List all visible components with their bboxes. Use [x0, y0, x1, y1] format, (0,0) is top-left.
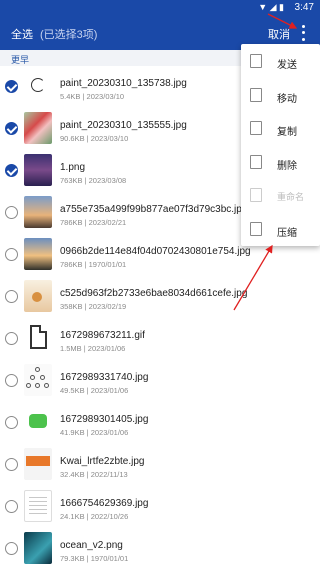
thumbnail — [24, 70, 52, 102]
selection-count: (已选择3项) — [40, 29, 98, 41]
menu-label: 重命名 — [277, 192, 305, 203]
gif-file-icon — [24, 322, 52, 354]
file-name: ocean_v2.png — [60, 540, 123, 551]
thumbnail — [24, 406, 52, 438]
file-name: Kwai_lrtfe2zbte.jpg — [60, 456, 145, 467]
file-meta: 5.4KB | 2023/03/10 — [60, 92, 125, 101]
trash-icon — [250, 154, 262, 169]
checkbox[interactable] — [5, 248, 18, 261]
rename-icon — [250, 188, 262, 203]
cancel-button[interactable]: 取消 — [268, 26, 290, 42]
menu-item-copy[interactable]: 复制 — [241, 111, 320, 145]
file-meta: 79.3KB | 1970/01/01 — [60, 554, 129, 563]
thumbnail — [24, 364, 52, 396]
file-meta: 24.1KB | 2022/10/26 — [60, 512, 129, 521]
file-row[interactable]: 1672989331740.jpg 49.5KB | 2023/01/06 — [0, 360, 320, 402]
file-meta: 90.6KB | 2023/03/10 — [60, 134, 129, 143]
checkbox[interactable] — [5, 416, 18, 429]
file-meta: 41.9KB | 2023/01/06 — [60, 428, 129, 437]
file-meta: 32.4KB | 2022/11/13 — [60, 470, 128, 479]
file-name: c525d963f2b2733e6bae8034d661cefe.jpg — [60, 288, 248, 299]
menu-label: 移动 — [277, 93, 297, 105]
file-name: 1.png — [60, 162, 86, 173]
menu-item-rename: 重命名 — [241, 178, 320, 212]
file-name: 1672989331740.jpg — [60, 372, 149, 383]
send-icon — [250, 54, 262, 68]
status-time: 3:47 — [294, 2, 314, 13]
file-name: 1672989673211.gif — [60, 330, 145, 341]
file-row[interactable]: 1672989301405.jpg 41.9KB | 2023/01/06 — [0, 402, 320, 444]
checkbox[interactable] — [5, 206, 18, 219]
checkbox[interactable] — [5, 458, 18, 471]
copy-icon — [250, 121, 262, 136]
menu-label: 复制 — [277, 127, 297, 139]
checkbox[interactable] — [5, 290, 18, 303]
checkbox[interactable] — [5, 122, 18, 135]
file-name: paint_20230310_135555.jpg — [60, 120, 187, 131]
thumbnail — [24, 532, 52, 564]
more-options-icon[interactable] — [298, 23, 308, 43]
checkbox[interactable] — [5, 542, 18, 555]
file-row[interactable]: Kwai_lrtfe2zbte.jpg 32.4KB | 2022/11/13 — [0, 444, 320, 486]
menu-label: 压缩 — [277, 227, 297, 239]
status-bar: ▼ ◢ ▮ 3:47 — [0, 0, 320, 16]
menu-label: 发送 — [277, 60, 297, 71]
file-row[interactable]: c525d963f2b2733e6bae8034d661cefe.jpg 358… — [0, 276, 320, 318]
menu-label: 删除 — [277, 160, 297, 172]
file-meta: 786KB | 1970/01/01 — [60, 260, 127, 269]
thumbnail — [24, 490, 52, 522]
file-name: 0966b2de114e84f04d0702430801e754.jpg — [60, 246, 251, 257]
menu-item-delete[interactable]: 删除 — [241, 145, 320, 179]
file-name: a755e735a499f99b877ae07f3d79c3bc.jpg — [60, 204, 248, 215]
file-name: 1672989301405.jpg — [60, 414, 149, 425]
menu-item-send[interactable]: 发送 — [241, 44, 320, 78]
menu-item-compress[interactable]: 压缩 — [241, 212, 320, 246]
checkbox[interactable] — [5, 80, 18, 93]
file-name: 1666754629369.jpg — [60, 498, 149, 509]
checkbox[interactable] — [5, 374, 18, 387]
thumbnail — [24, 112, 52, 144]
file-meta: 358KB | 2023/02/19 — [60, 302, 127, 311]
thumbnail — [24, 448, 52, 480]
file-meta: 1.5MB | 2023/01/06 — [60, 344, 126, 353]
checkbox[interactable] — [5, 332, 18, 345]
file-row[interactable]: 1666754629369.jpg 24.1KB | 2022/10/26 — [0, 486, 320, 528]
thumbnail — [24, 280, 52, 312]
status-icons: ▼ ◢ ▮ — [258, 2, 284, 12]
thumbnail — [24, 196, 52, 228]
move-icon — [250, 87, 262, 102]
file-meta: 49.5KB | 2023/01/06 — [60, 386, 129, 395]
file-meta: 763KB | 2023/03/08 — [60, 176, 127, 185]
menu-item-move[interactable]: 移动 — [241, 78, 320, 112]
file-name: paint_20230310_135738.jpg — [60, 78, 187, 89]
checkbox[interactable] — [5, 164, 18, 177]
file-meta: 786KB | 2023/02/21 — [60, 218, 127, 227]
file-row[interactable]: ocean_v2.png 79.3KB | 1970/01/01 — [0, 528, 320, 570]
select-all-button[interactable]: 全选 — [11, 26, 33, 42]
overflow-menu: 发送 移动 复制 删除 重命名 压缩 — [241, 44, 320, 246]
file-row[interactable]: 1672989673211.gif 1.5MB | 2023/01/06 — [0, 318, 320, 360]
compress-icon — [250, 221, 262, 236]
checkbox[interactable] — [5, 500, 18, 513]
thumbnail — [24, 154, 52, 186]
thumbnail — [24, 238, 52, 270]
